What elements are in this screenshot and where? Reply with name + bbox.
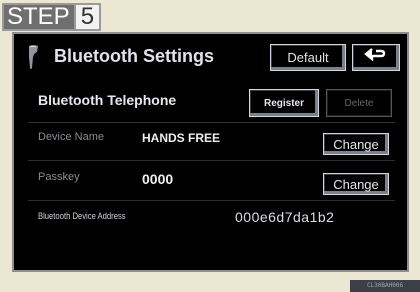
device-name-change-button[interactable]: Change xyxy=(323,133,389,155)
default-button-label: Default xyxy=(287,50,329,65)
device-name-label: Device Name xyxy=(38,131,105,143)
figure-code: CL30BAH006 xyxy=(350,280,420,292)
step-badge: STEP 5 xyxy=(2,3,102,31)
register-button[interactable]: Register xyxy=(249,89,319,117)
delete-button[interactable]: Delete xyxy=(326,89,392,117)
back-button[interactable] xyxy=(352,44,400,71)
bluetooth-settings-screen: Bluetooth Settings Default Bluetooth Tel… xyxy=(12,32,409,272)
divider xyxy=(28,160,395,161)
step-label: STEP xyxy=(7,3,70,30)
passkey-label: Passkey xyxy=(38,171,80,183)
page-title: Bluetooth Settings xyxy=(54,46,214,66)
return-arrow-icon xyxy=(364,48,388,67)
delete-button-label: Delete xyxy=(344,97,374,109)
passkey-value: 0000 xyxy=(142,171,174,187)
step-number: 5 xyxy=(73,5,100,29)
device-address-value: 000e6d7da1b2 xyxy=(235,209,335,225)
default-button[interactable]: Default xyxy=(270,44,346,71)
bluetooth-telephone-label: Bluetooth Telephone xyxy=(38,92,177,108)
divider xyxy=(28,200,395,201)
passkey-change-button[interactable]: Change xyxy=(323,173,389,195)
passkey-change-label: Change xyxy=(333,176,379,192)
divider xyxy=(28,122,395,123)
device-address-label: Bluetooth Device Address xyxy=(38,211,126,221)
device-name-change-label: Change xyxy=(333,136,379,152)
phone-icon xyxy=(27,43,40,71)
device-name-value: HANDS FREE xyxy=(142,131,221,145)
register-button-label: Register xyxy=(263,97,304,109)
